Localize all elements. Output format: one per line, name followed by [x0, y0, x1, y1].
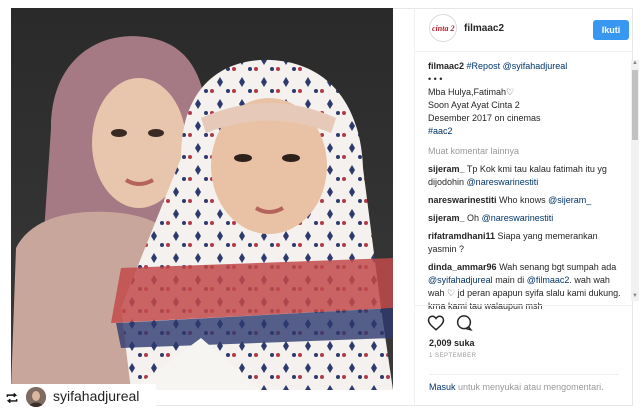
caption-hashtag[interactable]: #aac2: [428, 126, 453, 136]
comment-text: Wah senang bgt sumpah ada: [499, 262, 617, 272]
login-link[interactable]: Masuk: [429, 382, 456, 392]
comment: rifatramdhani11 Siapa yang memerankan ya…: [428, 230, 624, 256]
caption-line: Mba Hulya,Fatimah♡: [428, 87, 515, 97]
caption: filmaac2 #Repost @syifahadjureal • • • M…: [428, 60, 624, 138]
comment-user[interactable]: rifatramdhani11: [428, 231, 495, 241]
comment: sijeram_ Oh @nareswarinestiti: [428, 212, 624, 225]
caption-mention[interactable]: @syifahadjureal: [503, 61, 568, 71]
repost-credit-bar: syifahadjureal: [0, 384, 156, 411]
logo-text: cinta 2: [432, 24, 455, 33]
comment-text: main di: [495, 275, 525, 285]
repost-hashtag[interactable]: #Repost: [467, 61, 501, 71]
comment-mention[interactable]: @nareswarinestiti: [482, 213, 554, 223]
login-text: untuk menyukai atau mengomentari.: [458, 382, 604, 392]
post-photo[interactable]: [11, 8, 393, 390]
follow-button[interactable]: Ikuti: [593, 20, 629, 40]
heart-icon[interactable]: [427, 314, 445, 332]
comment-user[interactable]: dinda_ammar96: [428, 262, 497, 272]
scroll-up-icon[interactable]: ▲: [631, 60, 639, 68]
repost-username[interactable]: syifahadjureal: [53, 388, 139, 404]
scroll-down-icon[interactable]: ▼: [631, 293, 639, 301]
comment-user[interactable]: sijeram_: [428, 213, 465, 223]
comments-list: filmaac2 #Repost @syifahadjureal • • • M…: [428, 60, 624, 328]
instagram-post-page: cinta 2 filmaac2 Ikuti filmaac2 #Repost …: [0, 0, 644, 411]
load-more-comments[interactable]: Muat komentar lainnya: [428, 145, 624, 158]
caption-dots: • • •: [428, 74, 443, 84]
comment-mention[interactable]: @filmaac2: [527, 275, 570, 285]
comment-mention[interactable]: @nareswarinestiti: [467, 177, 539, 187]
post-date: 1 SEPTEMBER: [429, 353, 477, 359]
caption-author[interactable]: filmaac2: [428, 61, 464, 71]
comment-mention[interactable]: @sijeram_: [548, 195, 591, 205]
photo-image: [11, 8, 393, 390]
comment: sijeram_ Tp Kok kmi tau kalau fatimah it…: [428, 163, 624, 189]
login-prompt: Masuk untuk menyukai atau mengomentari.: [429, 374, 619, 393]
comments-scrollbar[interactable]: ▲ ▼: [631, 60, 639, 301]
scrollbar-thumb[interactable]: [632, 70, 638, 140]
caption-line: Desember 2017 on cinemas: [428, 113, 541, 123]
comment-mention[interactable]: @syifahadjureal: [428, 275, 493, 285]
post-actions: 2,009 suka 1 SEPTEMBER Masuk untuk menyu…: [415, 305, 633, 406]
repost-icon: [6, 392, 18, 404]
account-avatar[interactable]: cinta 2: [429, 14, 457, 42]
account-username[interactable]: filmaac2: [464, 23, 504, 34]
repost-avatar: [26, 387, 46, 407]
post-header: cinta 2 filmaac2 Ikuti: [415, 8, 633, 52]
like-count[interactable]: 2,009 suka: [429, 338, 475, 348]
comment-user[interactable]: nareswarinestiti: [428, 195, 497, 205]
comment-icon[interactable]: [455, 314, 473, 332]
comment-text: Who knows: [499, 195, 546, 205]
comment-user[interactable]: sijeram_: [428, 164, 465, 174]
avatar-image: [26, 387, 46, 407]
caption-line: Soon Ayat Ayat Cinta 2: [428, 100, 520, 110]
comment-text: Oh: [467, 213, 480, 223]
comment: nareswarinestiti Who knows @sijeram_: [428, 194, 624, 207]
